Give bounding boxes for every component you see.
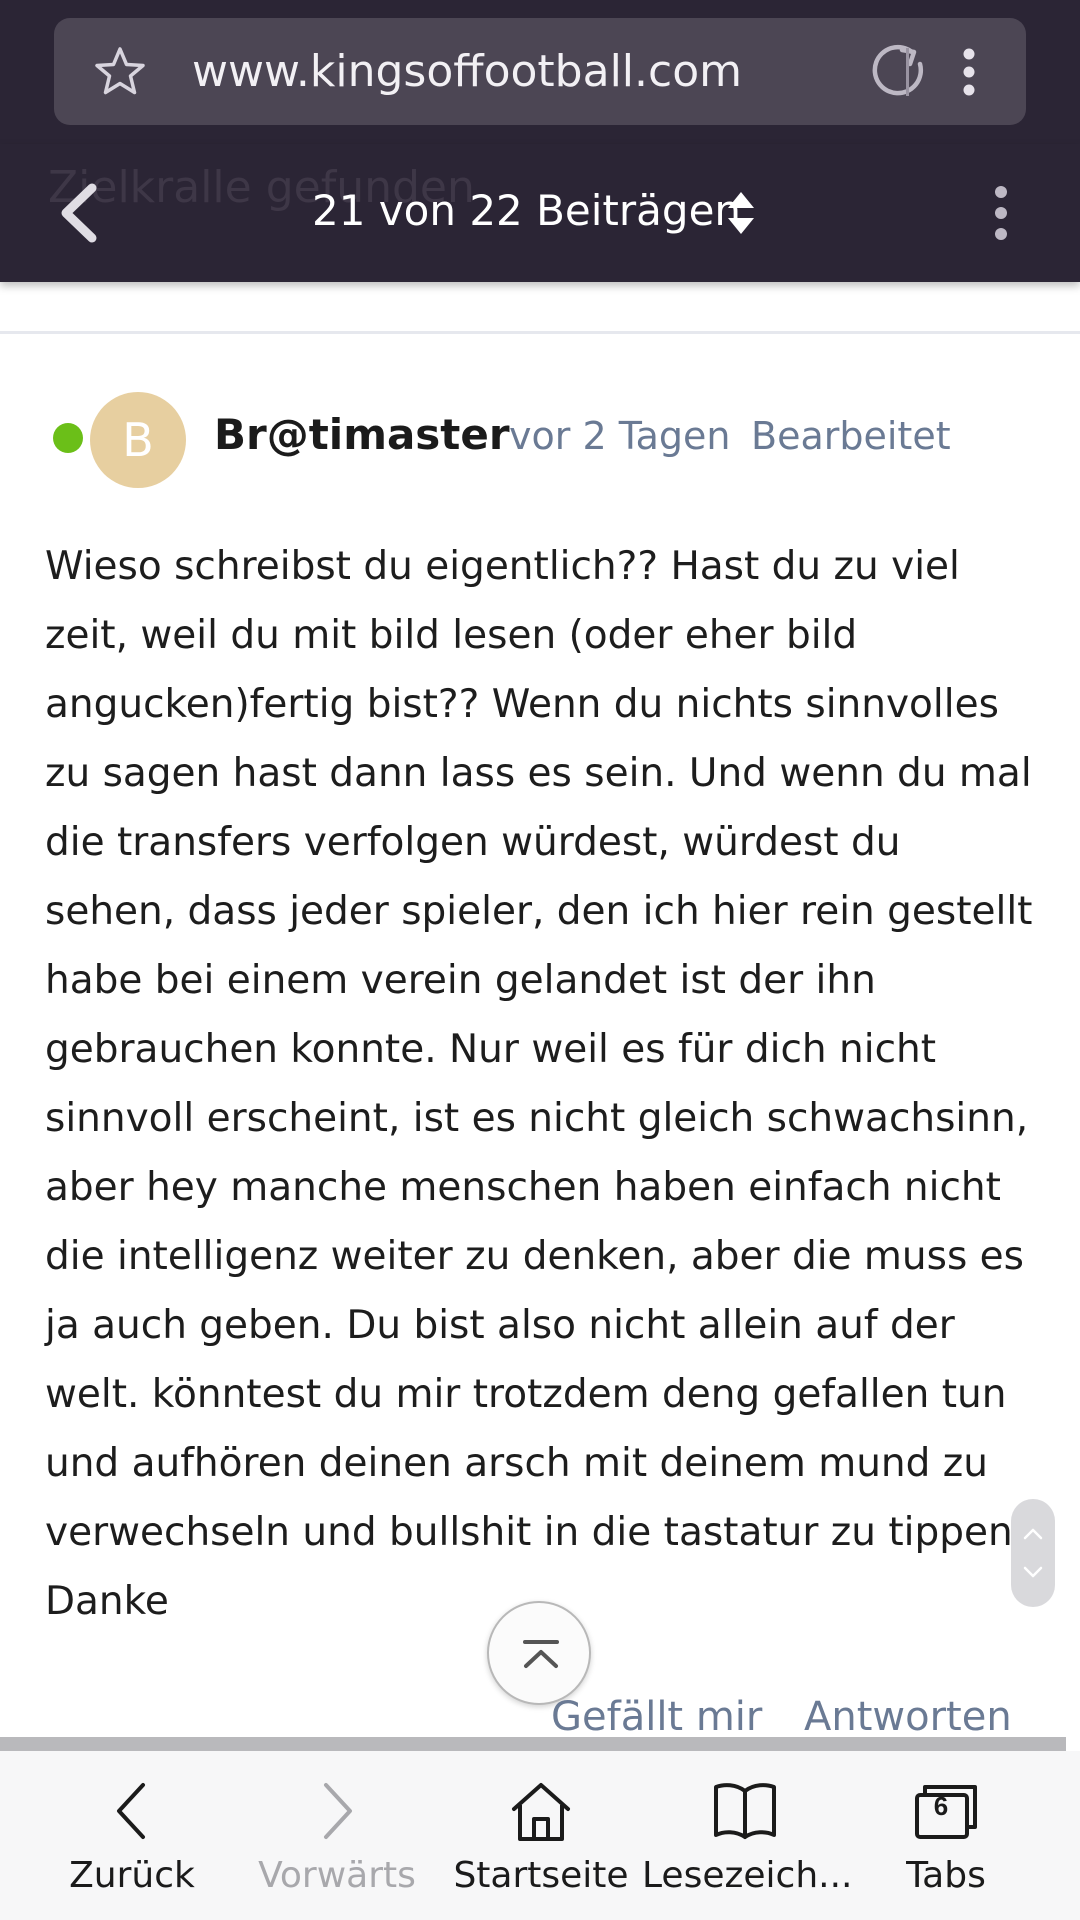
reload-icon[interactable] — [870, 42, 930, 102]
star-icon[interactable] — [92, 44, 148, 100]
nav-home-label: Startseite — [453, 1855, 629, 1896]
home-icon — [512, 1783, 570, 1841]
post-body-line: verwechseln und bullshit in die tastatur… — [45, 1510, 1026, 1555]
scroll-to-top-button[interactable] — [487, 1601, 591, 1705]
address-bar-separator — [906, 48, 909, 96]
post-body-line: zu sagen hast dann lass es sein. Und wen… — [45, 751, 1032, 796]
page-progress-bar — [0, 1737, 1066, 1751]
post-body-line: und aufhören deinen arsch mit deinem mun… — [45, 1441, 988, 1486]
page: www.kingsoffootball.com Zielkralle gefun… — [0, 0, 1080, 1920]
post-body-line: gebrauchen konnte. Nur weil es für dich … — [45, 1027, 937, 1072]
scroll-up-icon[interactable] — [1022, 1523, 1044, 1545]
online-status-dot — [53, 423, 83, 453]
address-bar[interactable]: www.kingsoffootball.com — [54, 18, 1026, 125]
nav-forward-label: Vorwärts — [258, 1855, 416, 1896]
back-chevron-icon[interactable] — [52, 180, 112, 246]
sort-updown-icon[interactable] — [726, 188, 756, 238]
bottom-navigation: Zurück Vorwärts Startseite Lesezeich... — [0, 1751, 1080, 1920]
nav-home-button[interactable]: Startseite — [446, 1751, 636, 1920]
to-top-icon — [523, 1640, 559, 1668]
post-body: Wieso schreibst du eigentlich?? Hast du … — [45, 532, 1035, 1636]
more-vertical-icon[interactable] — [986, 180, 1016, 246]
avatar[interactable]: B — [90, 392, 186, 488]
post-body-line: ja auch geben. Du bist also nicht allein… — [45, 1303, 955, 1348]
divider — [0, 331, 1080, 334]
nav-tabs-label: Tabs — [906, 1855, 986, 1896]
nav-forward-icon — [324, 1783, 352, 1839]
post-timestamp: vor 2 Tagen — [509, 414, 731, 458]
post-body-line: die transfers verfolgen würdest, würdest… — [45, 820, 901, 865]
post-body-line: welt. könntest du mir trotzdem deng gefa… — [45, 1372, 1007, 1417]
post-body-line: angucken)fertig bist?? Wenn du nichts si… — [45, 682, 999, 727]
browser-toolbar: www.kingsoffootball.com — [0, 0, 1080, 144]
scroll-handle[interactable] — [1011, 1499, 1055, 1607]
nav-back-button[interactable]: Zurück — [52, 1751, 212, 1920]
post-counter[interactable]: 21 von 22 Beiträgen — [312, 144, 741, 282]
nav-bookmarks-button[interactable]: Lesezeich... — [642, 1751, 853, 1920]
url-text[interactable]: www.kingsoffootball.com — [192, 18, 742, 125]
post-body-line: aber hey manche menschen haben einfach n… — [45, 1165, 1001, 1210]
nav-back-label: Zurück — [69, 1855, 195, 1896]
post-body-line: sinnvoll erscheint, ist es nicht gleich … — [45, 1096, 1029, 1141]
nav-tabs-button[interactable]: 6 Tabs — [876, 1751, 1016, 1920]
reply-button[interactable]: Antworten — [804, 1694, 1012, 1740]
post-body-line: sehen, dass jeder spieler, den ich hier … — [45, 889, 1033, 934]
post-body-line: Wieso schreibst du eigentlich?? Hast du … — [45, 544, 960, 589]
thread-navigation-bar: Zielkralle gefunden 21 von 22 Beiträgen — [0, 144, 1080, 282]
author-name[interactable]: Br@timaster — [214, 410, 510, 459]
bookmarks-book-icon — [714, 1783, 776, 1839]
post-body-line: habe bei einem verein gelandet ist der i… — [45, 958, 876, 1003]
more-vertical-icon[interactable] — [954, 42, 984, 102]
like-button[interactable]: Gefällt mir — [551, 1694, 762, 1740]
post-body-line: zeit, weil du mit bild lesen (oder eher … — [45, 613, 858, 658]
nav-back-icon — [117, 1783, 145, 1839]
nav-bookmarks-label: Lesezeich... — [642, 1855, 853, 1896]
tabs-count: 6 — [933, 1791, 949, 1821]
scroll-down-icon[interactable] — [1022, 1561, 1044, 1583]
edited-label[interactable]: Bearbeitet — [751, 414, 951, 458]
nav-forward-button[interactable]: Vorwärts — [242, 1751, 432, 1920]
post-body-line: die intelligenz weiter zu denken, aber d… — [45, 1234, 1024, 1279]
